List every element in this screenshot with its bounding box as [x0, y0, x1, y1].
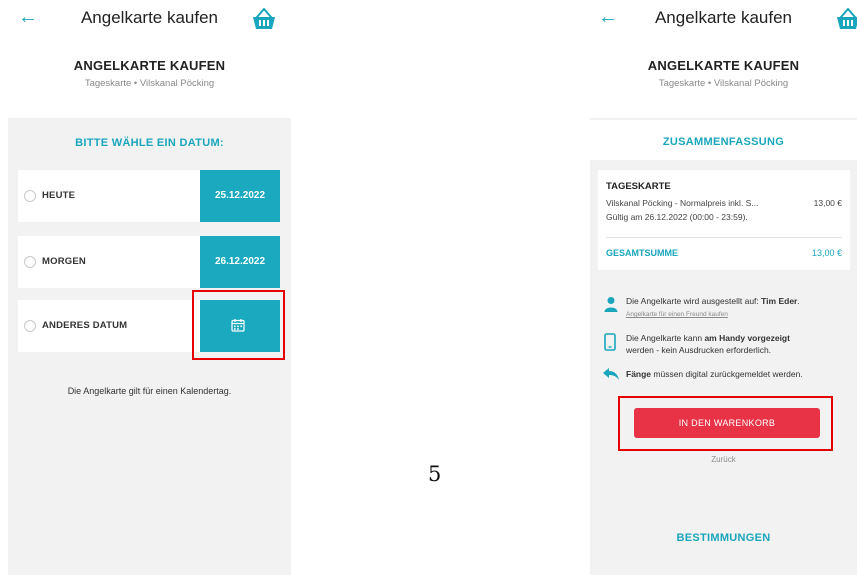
ticket-type: TAGESKARTE — [606, 181, 671, 192]
catch-report-text: Fänge müssen digital zurückgemeldet werd… — [626, 369, 803, 379]
holder-name: Tim Eder — [761, 296, 798, 306]
header-title: Angelkarte kaufen — [654, 8, 793, 27]
ticket-description: Vilskanal Pöcking - Normalpreis inkl. S.… — [606, 198, 759, 208]
option-label: ANDERES DATUM — [42, 320, 128, 331]
phone-display-text: Die Angelkarte kann am Handy vorgezeigt — [626, 333, 790, 343]
summary-title: ZUSAMMENFASSUNG — [662, 136, 785, 148]
page-number: 5 — [428, 462, 442, 486]
radio-tomorrow[interactable] — [24, 256, 36, 268]
issued-to-text: Die Angelkarte wird ausgestellt auf: Tim… — [626, 296, 800, 306]
highlight-box — [192, 290, 285, 360]
divider — [606, 237, 842, 238]
page-subtitle: Tageskarte • Vilskanal Pöcking — [658, 78, 789, 89]
total-value: 13,00 € — [811, 248, 842, 258]
highlight-box — [618, 396, 833, 451]
option-label: MORGEN — [42, 256, 86, 267]
header-title: Angelkarte kaufen — [80, 8, 219, 27]
option-today[interactable]: HEUTE 25.12.2022 — [18, 170, 280, 222]
user-icon — [604, 297, 618, 312]
validity-note: Die Angelkarte gilt für einen Kalenderta… — [67, 386, 232, 396]
back-link[interactable]: Zurück — [590, 455, 857, 464]
ticket-validity: Gültig am 26.12.2022 (00:00 - 23:59). — [606, 212, 748, 222]
buy-for-friend-link[interactable]: Angelkarte für einen Freund kaufen — [626, 311, 728, 318]
left-phone-screen: ← Angelkarte kaufen ANGELKARTE KAUFEN Ta… — [8, 0, 291, 575]
date-badge[interactable]: 25.12.2022 — [200, 170, 280, 222]
radio-today[interactable] — [24, 190, 36, 202]
app-header: ← Angelkarte kaufen — [8, 0, 291, 40]
app-header: ← Angelkarte kaufen — [590, 0, 857, 40]
smartphone-icon — [604, 333, 616, 351]
phone-display-text-line2: werden - kein Ausdrucken erforderlich. — [626, 345, 772, 355]
right-phone-screen: ← Angelkarte kaufen ANGELKARTE KAUFEN Ta… — [590, 0, 857, 575]
ticket-price: 13,00 € — [813, 198, 842, 208]
total-label: GESAMTSUMME — [606, 248, 678, 258]
radio-other-date[interactable] — [24, 320, 36, 332]
summary-card: TAGESKARTE Vilskanal Pöcking - Normalpre… — [598, 170, 850, 270]
option-tomorrow[interactable]: MORGEN 26.12.2022 — [18, 236, 280, 288]
summary-header: ZUSAMMENFASSUNG — [590, 120, 857, 160]
page-title: ANGELKARTE KAUFEN — [73, 58, 226, 73]
date-prompt: BITTE WÄHLE EIN DATUM: — [75, 137, 224, 149]
title-block: ANGELKARTE KAUFEN Tageskarte • Vilskanal… — [8, 40, 291, 118]
title-block: ANGELKARTE KAUFEN Tageskarte • Vilskanal… — [590, 40, 857, 118]
date-badge[interactable]: 26.12.2022 — [200, 236, 280, 288]
reply-arrow-icon — [603, 368, 619, 380]
basket-icon[interactable] — [836, 8, 857, 30]
option-label: HEUTE — [42, 190, 76, 201]
page-subtitle: Tageskarte • Vilskanal Pöcking — [84, 78, 215, 89]
rules-link[interactable]: BESTIMMUNGEN — [590, 532, 857, 544]
page-title: ANGELKARTE KAUFEN — [647, 58, 800, 73]
basket-icon[interactable] — [252, 8, 276, 30]
